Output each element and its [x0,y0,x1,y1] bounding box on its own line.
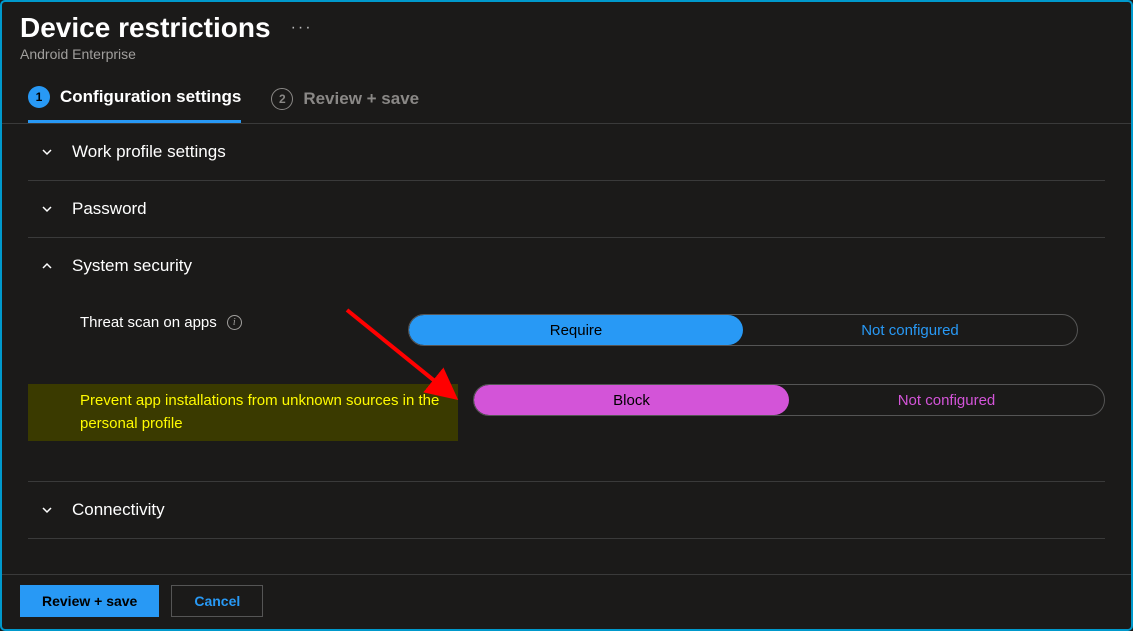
tab-review-save[interactable]: 2 Review + save [271,86,419,123]
setting-label-highlighted: Prevent app installations from unknown s… [28,384,458,441]
setting-label: Threat scan on apps i [28,314,408,331]
tab-step-number: 2 [271,88,293,110]
page-title: Device restrictions [20,12,271,44]
tab-step-number: 1 [28,86,50,108]
info-icon[interactable]: i [227,315,242,330]
setting-prevent-install: Prevent app installations from unknown s… [28,374,1105,451]
setting-label-text: Prevent app installations from unknown s… [80,390,448,435]
section-title: Work profile settings [72,142,226,162]
tab-configuration-settings[interactable]: 1 Configuration settings [28,86,241,123]
section-system-security-body: Threat scan on apps i Require Not config… [28,294,1105,482]
option-not-configured[interactable]: Not configured [743,315,1077,345]
section-connectivity[interactable]: Connectivity [28,482,1105,539]
section-title: Connectivity [72,500,165,520]
page-subtitle: Android Enterprise [20,46,1113,62]
option-require[interactable]: Require [409,315,743,345]
more-menu-icon[interactable]: ··· [291,19,313,37]
review-save-button[interactable]: Review + save [20,585,159,617]
chevron-down-icon [40,503,54,517]
setting-label-text: Threat scan on apps [80,314,217,331]
section-system-security[interactable]: System security [28,238,1105,294]
option-not-configured[interactable]: Not configured [789,385,1104,415]
section-work-profile[interactable]: Work profile settings [28,124,1105,181]
footer-actions: Review + save Cancel [2,574,1131,629]
toggle-prevent-install: Block Not configured [473,384,1105,416]
tab-label: Configuration settings [60,87,241,107]
section-title: Password [72,199,147,219]
setting-threat-scan: Threat scan on apps i Require Not config… [28,304,1105,356]
chevron-down-icon [40,145,54,159]
chevron-up-icon [40,259,54,273]
cancel-button[interactable]: Cancel [171,585,263,617]
section-title: System security [72,256,192,276]
tab-label: Review + save [303,89,419,109]
toggle-threat-scan: Require Not configured [408,314,1078,346]
chevron-down-icon [40,202,54,216]
section-password[interactable]: Password [28,181,1105,238]
option-block[interactable]: Block [474,385,789,415]
wizard-tabs: 1 Configuration settings 2 Review + save [2,68,1131,124]
